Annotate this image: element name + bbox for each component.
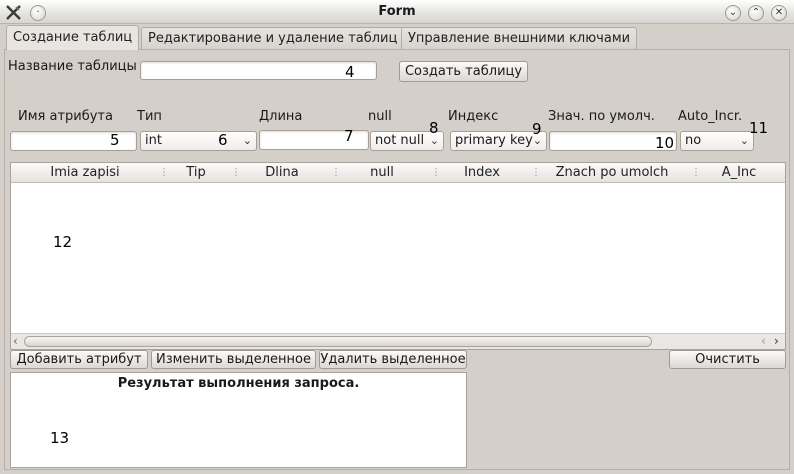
- delete-selected-button[interactable]: Удалить выделенное: [319, 350, 467, 369]
- column-header-type[interactable]: Tip: [161, 163, 231, 183]
- column-header-name[interactable]: Imia zapisi: [11, 163, 159, 183]
- auto-increment-label: Auto_Incr.: [678, 109, 743, 124]
- table-name-input[interactable]: [140, 61, 377, 80]
- scroll-left-icon[interactable]: ‹: [761, 334, 766, 348]
- column-header-index[interactable]: Index: [433, 163, 531, 183]
- index-label: Индекс: [448, 109, 499, 124]
- create-table-button[interactable]: Создать таблицу: [399, 61, 528, 82]
- maximize-icon[interactable]: ⌃: [748, 5, 764, 21]
- scroll-left-icon[interactable]: ‹: [13, 334, 18, 348]
- auto-increment-select-value: no: [685, 133, 702, 148]
- default-value-label: Знач. по умолч.: [548, 109, 655, 124]
- auto-increment-select[interactable]: no ⌄: [680, 131, 754, 151]
- marker-12: 12: [53, 233, 73, 251]
- marker-13: 13: [50, 429, 70, 447]
- null-label: null: [368, 109, 392, 124]
- marker-9: 9: [532, 120, 542, 138]
- marker-5: 5: [110, 131, 120, 149]
- tab-foreign-keys[interactable]: Управление внешними ключами: [401, 27, 638, 49]
- index-select-value: primary key: [455, 133, 533, 148]
- column-header-auto-increment[interactable]: A_Inc: [693, 163, 785, 183]
- clear-button[interactable]: Очистить: [669, 350, 786, 369]
- edit-selected-button[interactable]: Изменить выделенное: [151, 350, 316, 369]
- table-header: Imia zapisi ⋮ Tip ⋮ Dlina ⋮ null ⋮ Index…: [11, 163, 785, 183]
- marker-6: 6: [218, 131, 228, 149]
- chevron-down-icon: ⌄: [739, 134, 749, 147]
- length-label: Длина: [259, 109, 303, 124]
- scrollbar-thumb[interactable]: [24, 336, 652, 347]
- attribute-name-label: Имя атрибута: [18, 109, 113, 124]
- marker-10: 10: [655, 134, 675, 152]
- query-result-title: Результат выполнения запроса.: [117, 376, 360, 391]
- marker-11: 11: [749, 119, 769, 137]
- attributes-table[interactable]: [10, 162, 786, 350]
- marker-8: 8: [429, 119, 439, 137]
- tab-edit-delete-tables[interactable]: Редактирование и удаление таблиц: [141, 27, 405, 49]
- column-header-null[interactable]: null: [333, 163, 431, 183]
- type-label: Тип: [137, 109, 162, 124]
- add-attribute-button[interactable]: Добавить атрибут: [10, 350, 148, 369]
- column-header-length[interactable]: Dlina: [233, 163, 331, 183]
- marker-4: 4: [345, 63, 355, 81]
- chevron-down-icon: ⌄: [242, 134, 252, 147]
- marker-7: 7: [344, 127, 354, 145]
- minimize-icon[interactable]: ⌄: [725, 5, 741, 21]
- window-title: Form: [378, 4, 416, 19]
- type-select-value: int: [145, 133, 162, 148]
- table-name-label: Название таблицы: [8, 59, 137, 74]
- null-select-value: not null: [375, 133, 425, 148]
- close-icon[interactable]: ✕: [771, 5, 787, 21]
- column-header-default[interactable]: Znach po umolch: [533, 163, 691, 183]
- scroll-right-icon[interactable]: ›: [774, 334, 779, 348]
- type-select[interactable]: int ⌄: [140, 131, 257, 151]
- tab-create-tables[interactable]: Создание таблиц: [6, 25, 140, 50]
